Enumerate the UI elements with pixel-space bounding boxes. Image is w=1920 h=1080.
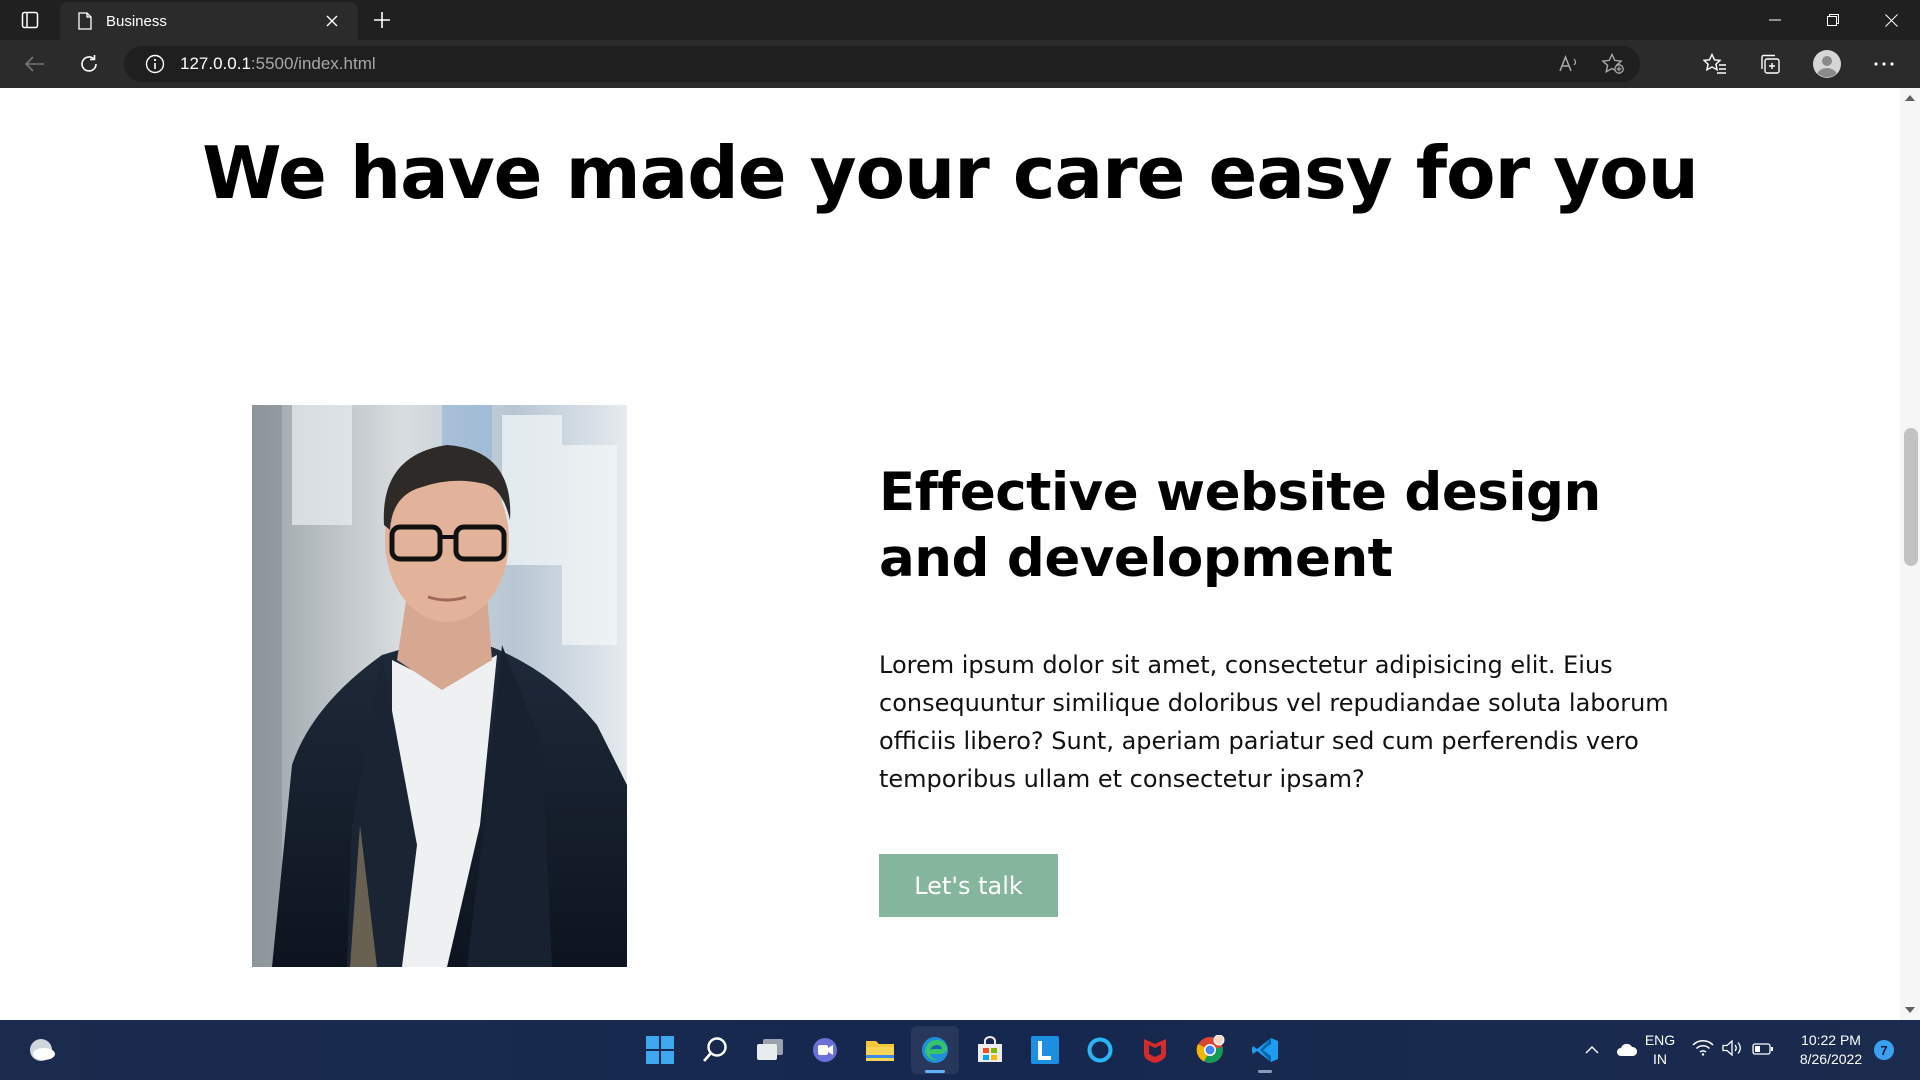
volume-icon: [1722, 1039, 1744, 1060]
taskbar-apps: [636, 1026, 1289, 1074]
address-bar[interactable]: 127.0.0.1:5500/index.html: [124, 46, 1640, 82]
quick-settings[interactable]: [1692, 1020, 1774, 1080]
read-aloud-icon[interactable]: [1554, 49, 1584, 79]
start-icon[interactable]: [636, 1026, 684, 1074]
wifi-icon: [1692, 1040, 1714, 1060]
hero-title: We have made your care easy for you: [202, 131, 1699, 215]
new-tab-icon[interactable]: [368, 6, 396, 34]
language-indicator[interactable]: ENG IN: [1640, 1020, 1680, 1080]
restore-icon[interactable]: [1804, 0, 1862, 40]
page-scrollbar[interactable]: [1900, 88, 1920, 1020]
scrollbar-thumb[interactable]: [1904, 428, 1918, 566]
url-host: 127.0.0.1: [180, 54, 251, 73]
add-favorite-icon[interactable]: [1598, 49, 1628, 79]
browser-toolbar: 127.0.0.1:5500/index.html: [0, 40, 1920, 88]
tab-business[interactable]: Business: [60, 2, 358, 40]
scroll-down-arrow-icon[interactable]: [1900, 1002, 1920, 1018]
feature-description: Lorem ipsum dolor sit amet, consectetur …: [879, 651, 1669, 793]
language-line2: IN: [1653, 1051, 1667, 1067]
refresh-icon[interactable]: [72, 48, 106, 80]
feature-title: Effective website design and development: [879, 462, 1601, 589]
system-tray: [1576, 1020, 1646, 1080]
clock[interactable]: 10:22 PM 8/26/2022: [1788, 1020, 1874, 1080]
lets-talk-button[interactable]: Let's talk: [879, 854, 1058, 917]
page-viewport: We have made your care easy for you Effe…: [0, 88, 1900, 1020]
search-icon[interactable]: [691, 1026, 739, 1074]
weather-widget-icon[interactable]: [24, 1032, 60, 1068]
teams-chat-icon[interactable]: [801, 1026, 849, 1074]
tab-actions-icon[interactable]: [12, 8, 48, 32]
browser-tab-bar: Business: [0, 0, 1920, 40]
clock-time: 10:22 PM: [1801, 1032, 1861, 1048]
businessman-portrait-image: [252, 405, 627, 967]
windows-taskbar: ENG IN 10:22 PM 8/26/2022 7: [0, 1020, 1920, 1080]
url-path: :5500/index.html: [250, 54, 376, 73]
notification-center[interactable]: 7: [1874, 1020, 1894, 1080]
collections-icon[interactable]: [1753, 48, 1787, 80]
favorites-icon[interactable]: [1698, 48, 1732, 80]
profile-avatar-icon[interactable]: [1810, 48, 1844, 80]
minimize-icon[interactable]: [1746, 0, 1804, 40]
l-app-icon[interactable]: [1021, 1026, 1069, 1074]
show-hidden-icons-chevron-icon[interactable]: [1576, 1046, 1608, 1054]
open-app-indicator: [1258, 1070, 1272, 1073]
chrome-icon[interactable]: [1186, 1026, 1234, 1074]
active-app-indicator: [925, 1070, 945, 1073]
battery-icon: [1752, 1041, 1774, 1060]
page-icon: [74, 10, 96, 32]
file-explorer-icon[interactable]: [856, 1026, 904, 1074]
back-icon[interactable]: [18, 48, 52, 80]
notification-count-badge: 7: [1874, 1040, 1894, 1060]
task-view-icon[interactable]: [746, 1026, 794, 1074]
window-controls: [1746, 0, 1920, 40]
vscode-icon[interactable]: [1241, 1026, 1289, 1074]
mcafee-icon[interactable]: [1131, 1026, 1179, 1074]
site-info-icon[interactable]: [144, 53, 166, 75]
scroll-up-arrow-icon[interactable]: [1900, 90, 1920, 106]
clock-date: 8/26/2022: [1799, 1051, 1863, 1067]
store-icon[interactable]: [966, 1026, 1014, 1074]
address-bar-actions: [1554, 46, 1628, 82]
more-options-icon[interactable]: [1867, 48, 1901, 80]
cortana-icon[interactable]: [1076, 1026, 1124, 1074]
edge-icon[interactable]: [911, 1026, 959, 1074]
tab-title: Business: [106, 12, 167, 30]
language-line1: ENG: [1644, 1032, 1676, 1048]
close-tab-icon[interactable]: [320, 9, 344, 33]
close-window-icon[interactable]: [1862, 0, 1920, 40]
